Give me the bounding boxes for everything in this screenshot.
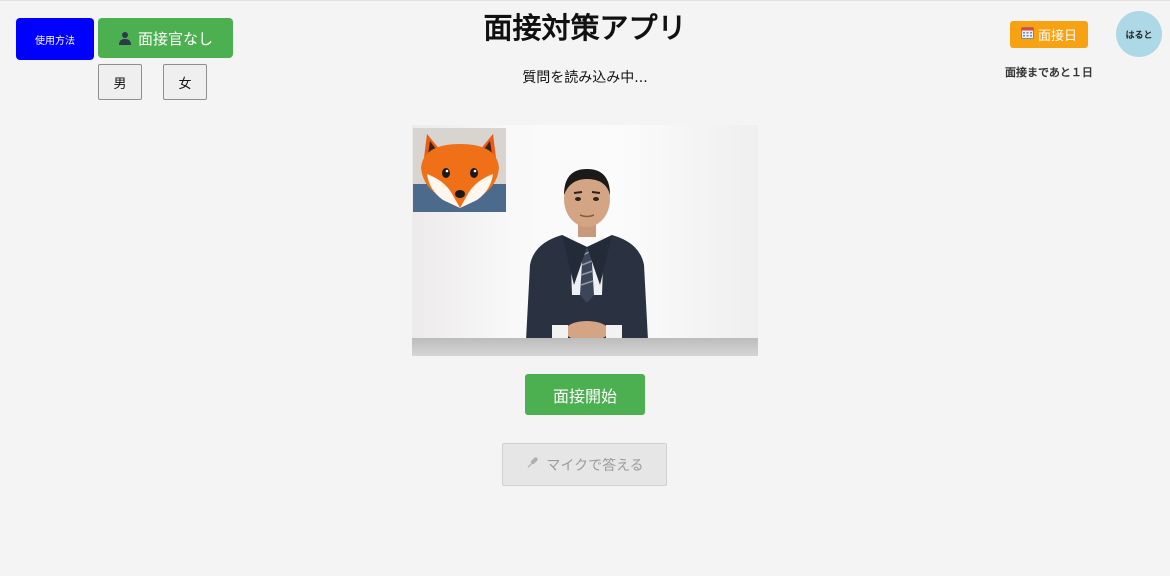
- answer-with-mic-button[interactable]: マイクで答える: [502, 443, 667, 486]
- microphone-icon: [525, 455, 540, 474]
- countdown-text: 面接まであと１日: [1005, 66, 1093, 79]
- user-name: はると: [1125, 30, 1153, 41]
- self-camera-view: [413, 128, 506, 212]
- interview-date-button[interactable]: 面接日: [1010, 21, 1088, 48]
- answer-with-mic-label: マイクで答える: [546, 457, 644, 474]
- fox-face-icon: [413, 128, 506, 212]
- start-interview-button[interactable]: 面接開始: [525, 374, 645, 415]
- app-title: 面接対策アプリ: [483, 11, 687, 45]
- app-page: 使用方法 面接官なし 男 女 面接対策アプリ 質問を読み込み中... 面接日 面…: [0, 0, 1170, 576]
- user-avatar[interactable]: はると: [1116, 11, 1162, 57]
- interviewer-image: [526, 169, 648, 340]
- interview-date-label: 面接日: [1037, 29, 1077, 44]
- calendar-icon: [1020, 26, 1034, 43]
- desk: [412, 338, 758, 356]
- start-interview-label: 面接開始: [552, 386, 617, 406]
